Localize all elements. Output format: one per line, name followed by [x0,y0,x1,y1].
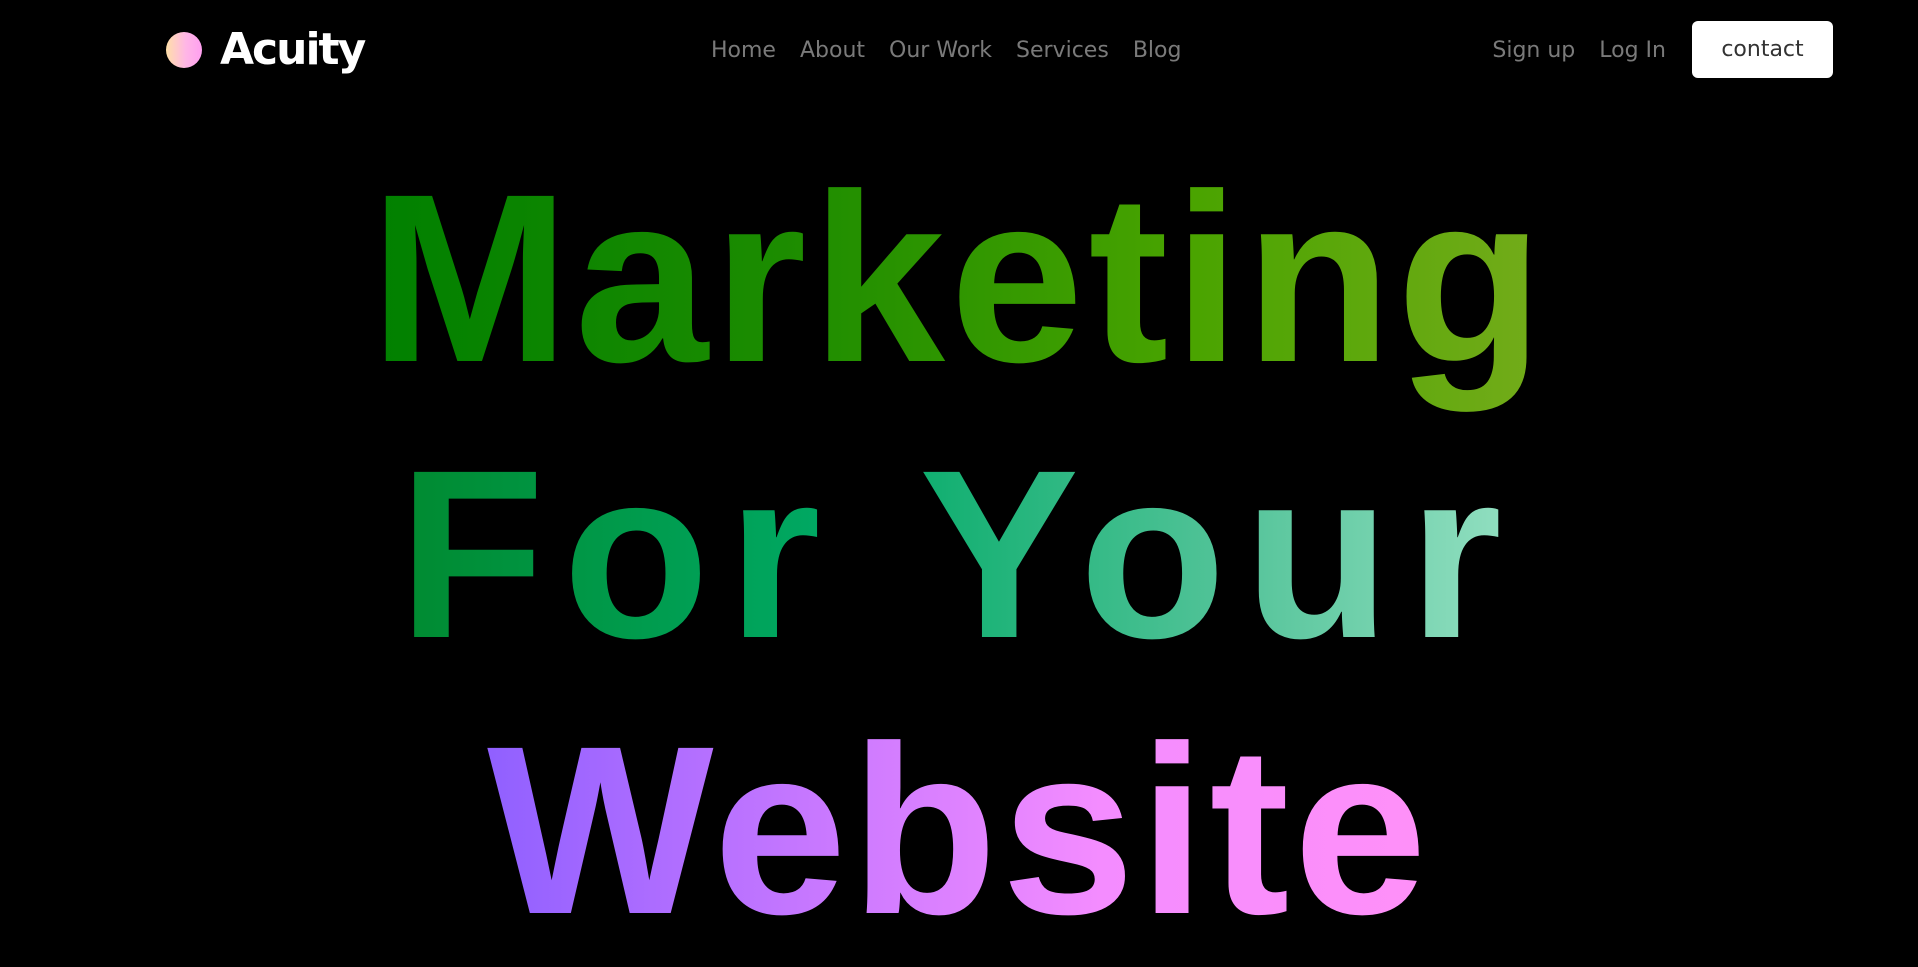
hero-headline: Marketing For Your Website [0,140,1918,967]
log-in-link[interactable]: Log In [1599,38,1666,63]
brand-logo-link[interactable]: Acuity [166,22,366,78]
main-menu: Home About Our Work Services Blog [711,32,1181,68]
nav-item-about: About [800,38,865,63]
nav-item-services: Services [1016,38,1109,63]
auth-links: Sign up Log In [1492,32,1666,68]
hero-line-3: Website [0,692,1918,967]
nav-item-our-work: Our Work [889,38,992,63]
nav-link-our-work[interactable]: Our Work [889,38,992,63]
brand-name: Acuity [220,24,366,75]
top-navigation: Acuity Home About Our Work Services Blog… [0,0,1918,100]
nav-link-services[interactable]: Services [1016,38,1109,63]
nav-item-home: Home [711,38,776,63]
nav-link-home[interactable]: Home [711,38,776,63]
brand-circle-icon [166,32,202,68]
contact-button[interactable]: contact [1692,21,1833,78]
hero-line-1-text: Marketing [369,144,1549,412]
hero-line-3-text: Website [487,696,1431,964]
sign-up-link[interactable]: Sign up [1492,38,1575,63]
hero-line-2: For Your [0,416,1918,692]
hero-line-1: Marketing [0,140,1918,416]
nav-link-blog[interactable]: Blog [1133,38,1182,63]
nav-item-blog: Blog [1133,38,1182,63]
hero-line-2-text: For Your [398,420,1520,688]
nav-link-about[interactable]: About [800,38,865,63]
